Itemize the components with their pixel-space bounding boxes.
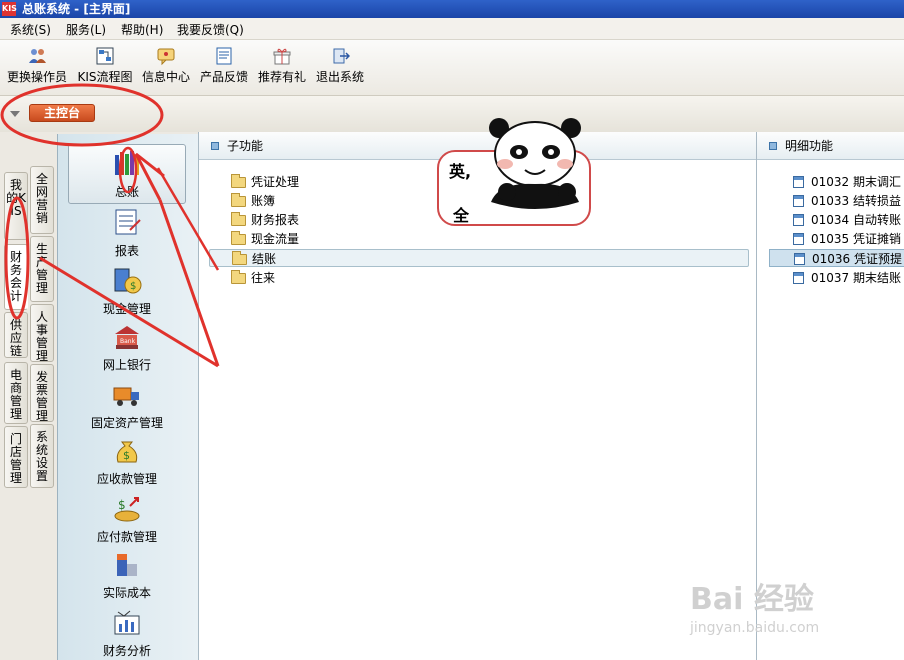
truck-icon: [113, 387, 139, 406]
svg-text:$: $: [118, 498, 126, 512]
baidu-watermark: Bai 经验: [690, 582, 814, 617]
vtab-supply-chain[interactable]: 供应链: [4, 312, 28, 358]
exit-system-button[interactable]: 退出系统: [314, 42, 366, 92]
module-actual-cost[interactable]: 实际成本: [68, 550, 186, 601]
document-icon: [793, 195, 804, 207]
vtab-financial-accounting[interactable]: 财务会计: [4, 244, 28, 310]
bank-icon: Bank: [115, 326, 139, 349]
vtab-my-kis[interactable]: 我的KIS: [4, 172, 28, 240]
module-report[interactable]: 报表: [68, 208, 186, 259]
detail-item[interactable]: 01037 期末结账: [769, 269, 904, 287]
detail-item[interactable]: 01032 期末调汇: [769, 173, 904, 191]
folder-transactions[interactable]: 往来: [209, 269, 749, 287]
module-cash-management[interactable]: $ 现金管理: [68, 266, 186, 317]
vtab-hr-management[interactable]: 人事管理: [30, 304, 54, 363]
folder-icon: [231, 231, 246, 245]
payment-icon: $: [114, 497, 140, 522]
folder-icon: [231, 212, 246, 226]
feedback-icon: [216, 47, 232, 65]
header-bullet-icon: [211, 142, 219, 150]
panda-sticker: 英, 全: [437, 118, 591, 226]
module-general-ledger[interactable]: 总账: [68, 144, 186, 204]
menu-service[interactable]: 服务(L): [66, 21, 106, 38]
kis-flowchart-button[interactable]: KIS流程图: [74, 42, 136, 92]
flowchart-icon: [96, 47, 114, 65]
module-accounts-payable[interactable]: $ 应付款管理: [68, 494, 186, 545]
module-accounts-receivable[interactable]: $ 应收款管理: [68, 436, 186, 487]
window-title: 总账系统 - [主界面]: [22, 2, 131, 16]
detail-function-header: 明细功能: [757, 132, 904, 160]
sub-function-title: 子功能: [227, 139, 264, 153]
detail-item[interactable]: 01034 自动转账: [769, 211, 904, 229]
vtab-store-management[interactable]: 门店管理: [4, 426, 28, 488]
kis-logo-icon: KIS: [2, 2, 17, 16]
folder-closing[interactable]: 结账: [209, 249, 749, 267]
document-icon: [793, 214, 804, 226]
report-icon: [115, 209, 141, 235]
users-icon: [29, 49, 46, 63]
collapse-arrow-icon[interactable]: [10, 111, 20, 117]
document-icon: [793, 233, 804, 245]
message-icon: [157, 48, 175, 66]
svg-text:$: $: [123, 449, 130, 462]
change-operator-button[interactable]: 更换操作员: [6, 42, 68, 92]
cost-cube-icon: [117, 554, 137, 576]
module-fixed-assets[interactable]: 固定资产管理: [68, 380, 186, 431]
recommend-gift-button[interactable]: 推荐有礼: [256, 42, 308, 92]
folder-icon: [231, 174, 246, 188]
toolbar: 更换操作员 KIS流程图 信息中心 产品反馈 推荐有礼 退出系统: [0, 40, 904, 96]
sticker-text-top: 英,: [449, 162, 472, 181]
product-feedback-button[interactable]: 产品反馈: [198, 42, 250, 92]
vtab-ecommerce-management[interactable]: 电商管理: [4, 362, 28, 424]
gift-icon: [273, 48, 291, 65]
document-icon: [793, 176, 804, 188]
ledger-books-icon: [115, 151, 139, 175]
menu-system[interactable]: 系统(S): [10, 21, 51, 38]
vtab-production-management[interactable]: 生产管理: [30, 236, 54, 302]
header-bullet-icon: [769, 142, 777, 150]
info-center-button[interactable]: 信息中心: [140, 42, 192, 92]
document-icon: [794, 253, 805, 265]
module-financial-analysis[interactable]: 财务分析: [68, 608, 186, 659]
exit-icon: [333, 48, 350, 64]
svg-text:$: $: [130, 281, 136, 292]
money-bag-icon: $: [116, 441, 138, 463]
folder-icon: [231, 270, 246, 284]
sticker-text-bottom: 全: [453, 206, 470, 225]
vtab-system-settings[interactable]: 系统设置: [30, 424, 54, 488]
vtab-invoice-management[interactable]: 发票管理: [30, 364, 54, 423]
detail-item-selected[interactable]: 01036 凭证预提: [769, 249, 904, 267]
document-icon: [793, 272, 804, 284]
title-bar: KIS 总账系统 - [主界面]: [0, 0, 904, 18]
detail-function-title: 明细功能: [785, 139, 834, 153]
baidu-watermark-url: jingyan.baidu.com: [690, 620, 820, 636]
folder-cash-flow[interactable]: 现金流量: [209, 230, 749, 248]
menu-help[interactable]: 帮助(H): [121, 21, 163, 38]
module-panel: 总账 报表 $ 现金管理 Bank 网上银行 固定资产管理 $ 应收款管理 $ …: [57, 134, 198, 660]
panda-icon: [489, 118, 581, 209]
detail-item[interactable]: 01033 结转损益: [769, 192, 904, 210]
menu-feedback[interactable]: 我要反馈(Q): [177, 21, 244, 38]
module-online-banking[interactable]: Bank 网上银行: [68, 322, 186, 373]
folder-open-icon: [232, 251, 247, 265]
svg-text:Bank: Bank: [120, 338, 136, 345]
analysis-icon: [114, 610, 140, 635]
cash-calculator-icon: $: [114, 268, 142, 294]
tab-strip: 主控台: [0, 96, 904, 132]
folder-icon: [231, 193, 246, 207]
menu-bar: 系统(S) 服务(L) 帮助(H) 我要反馈(Q): [0, 18, 904, 40]
detail-item[interactable]: 01035 凭证摊销: [769, 230, 904, 248]
vtab-network-marketing[interactable]: 全网营销: [30, 166, 54, 234]
tab-main-console[interactable]: 主控台: [29, 104, 95, 122]
